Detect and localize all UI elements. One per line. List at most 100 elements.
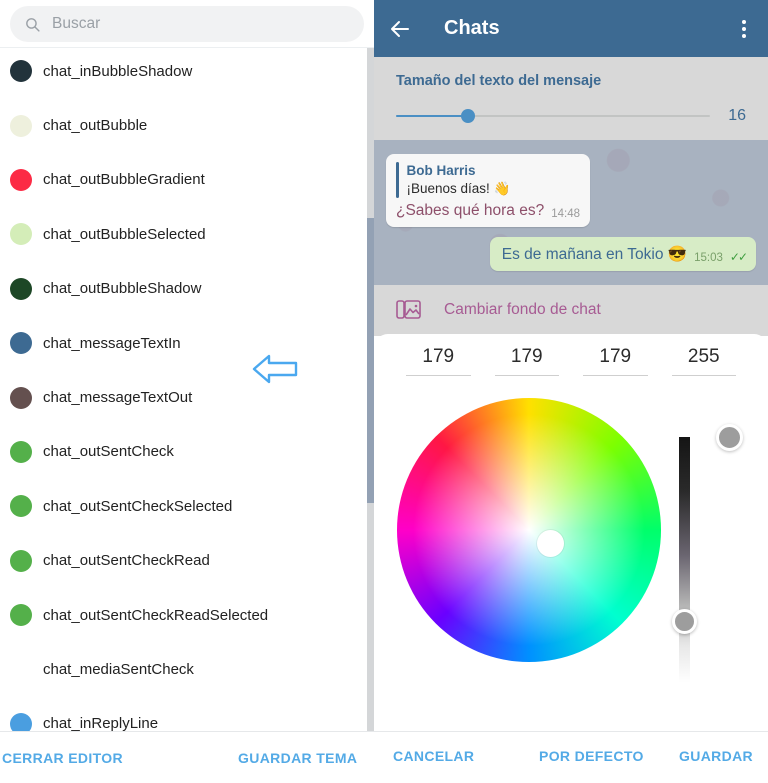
theme-color-row[interactable]: chat_inBubbleShadow: [0, 47, 374, 98]
text-size-label: Tamaño del texto del mensaje: [396, 73, 746, 89]
theme-color-row[interactable]: chat_inReplyLine: [0, 697, 374, 731]
overflow-menu-icon[interactable]: [734, 18, 754, 40]
incoming-message-time: 14:48: [551, 208, 580, 220]
default-button[interactable]: POR DEFECTO: [539, 748, 644, 764]
theme-color-rows: chat_inBubbleShadow chat_outBubble chat_ou…: [0, 47, 374, 731]
theme-color-row[interactable]: chat_outSentCheck: [0, 425, 374, 479]
incoming-message-row: ¿Sabes qué hora es? 14:48: [396, 202, 580, 220]
close-editor-button[interactable]: CERRAR EDITOR: [2, 750, 123, 766]
slider-fill: [396, 115, 468, 117]
theme-color-label: chat_outSentCheckSelected: [43, 498, 232, 515]
chats-settings-panel: Chats Tamaño del texto del mensaje 16: [374, 0, 768, 783]
theme-color-row[interactable]: chat_mediaSentCheck: [0, 642, 374, 696]
rgba-inputs: 179 179 179 255: [374, 346, 768, 376]
theme-color-row[interactable]: chat_outSentCheckRead: [0, 534, 374, 588]
outgoing-message-bubble: Es de mañana en Tokio 😎 15:03 ✓✓: [490, 237, 756, 271]
color-swatch[interactable]: [10, 604, 32, 626]
theme-color-label: chat_inBubbleShadow: [43, 63, 192, 80]
color-swatch[interactable]: [10, 60, 32, 82]
color-swatch[interactable]: [10, 550, 32, 572]
theme-color-label: chat_outBubbleShadow: [43, 280, 201, 297]
reply-author: Bob Harris: [407, 162, 511, 180]
color-swatch[interactable]: [10, 223, 32, 245]
color-wheel-cursor[interactable]: [537, 530, 564, 557]
brightness-slider-thumb[interactable]: [672, 609, 697, 634]
rgba-value-alpha[interactable]: 255: [666, 346, 743, 375]
color-picker-sheet: 179 179 179 255 CANCELAR POR DEFECTO GUARDA…: [374, 334, 768, 783]
outgoing-message-row: Es de mañana en Tokio 😎 15:03 ✓✓: [386, 237, 756, 271]
theme-color-label: chat_messageTextOut: [43, 389, 192, 406]
rgba-field-green[interactable]: 179: [489, 346, 566, 376]
search-bar: [0, 0, 374, 47]
theme-color-row[interactable]: chat_outSentCheckReadSelected: [0, 588, 374, 642]
theme-color-list[interactable]: chat_inBubbleShadow chat_outBubble chat_ou…: [0, 47, 374, 731]
theme-color-label: chat_outSentCheck: [43, 443, 174, 460]
color-wheel[interactable]: [397, 398, 661, 662]
change-wallpaper-row[interactable]: Cambiar fondo de chat: [374, 285, 768, 336]
text-size-slider[interactable]: [396, 115, 710, 117]
theme-color-label: chat_outBubbleGradient: [43, 171, 205, 188]
current-color-swatch[interactable]: [716, 424, 743, 451]
search-input[interactable]: [52, 15, 350, 33]
save-button[interactable]: GUARDAR: [679, 748, 753, 764]
color-swatch[interactable]: [10, 441, 32, 463]
double-check-icon: ✓✓: [730, 250, 746, 264]
color-swatch[interactable]: [10, 658, 32, 680]
theme-color-row[interactable]: chat_outBubbleShadow: [0, 262, 374, 316]
rgba-field-blue[interactable]: 179: [577, 346, 654, 376]
rgba-field-alpha[interactable]: 255: [666, 346, 743, 376]
theme-color-row[interactable]: chat_outSentCheckSelected: [0, 479, 374, 533]
theme-color-row[interactable]: chat_messageTextOut: [0, 370, 374, 424]
theme-color-label: chat_outBubbleSelected: [43, 226, 206, 243]
list-scrollbar-thumb[interactable]: [367, 218, 374, 503]
color-swatch[interactable]: [10, 169, 32, 191]
brightness-slider-track[interactable]: [679, 437, 690, 683]
theme-color-label: chat_inReplyLine: [43, 715, 158, 731]
reply-text: ¡Buenos días! 👋: [407, 180, 511, 198]
reply-quote: Bob Harris ¡Buenos días! 👋: [396, 162, 580, 198]
reply-line: [396, 162, 399, 198]
editor-action-bar: CERRAR EDITOR GUARDAR TEMA: [0, 731, 374, 783]
theme-color-label: chat_outBubble: [43, 117, 147, 134]
change-wallpaper-label: Cambiar fondo de chat: [444, 301, 601, 319]
picker-action-bar: CANCELAR POR DEFECTO GUARDAR: [374, 731, 768, 783]
page-title: Chats: [444, 17, 734, 40]
cancel-button[interactable]: CANCELAR: [393, 748, 474, 764]
save-theme-button[interactable]: GUARDAR TEMA: [238, 750, 357, 766]
search-icon: [24, 16, 41, 33]
color-picker-body: [374, 376, 768, 706]
color-swatch[interactable]: [10, 387, 32, 409]
text-size-slider-row: 16: [396, 107, 746, 125]
rgba-value-red[interactable]: 179: [400, 346, 477, 375]
theme-color-row[interactable]: chat_outBubble: [0, 98, 374, 152]
theme-color-label: chat_mediaSentCheck: [43, 661, 194, 678]
slider-thumb[interactable]: [461, 109, 475, 123]
outgoing-message-time: 15:03: [694, 252, 723, 264]
color-swatch[interactable]: [10, 332, 32, 354]
theme-editor-panel: chat_inBubbleShadow chat_outBubble chat_ou…: [0, 0, 374, 783]
chat-preview: Bob Harris ¡Buenos días! 👋 ¿Sabes qué ho…: [374, 140, 768, 285]
theme-color-label: chat_outSentCheckReadSelected: [43, 607, 268, 624]
photo-stack-icon: [396, 298, 422, 322]
outgoing-message-text: Es de mañana en Tokio 😎: [502, 245, 687, 264]
text-size-setting: Tamaño del texto del mensaje 16: [374, 57, 768, 140]
rgba-value-blue[interactable]: 179: [577, 346, 654, 375]
chats-header: Chats: [374, 0, 768, 57]
app-root: chat_inBubbleShadow chat_outBubble chat_ou…: [0, 0, 768, 783]
list-scrollbar-track[interactable]: [367, 48, 374, 731]
color-swatch[interactable]: [10, 115, 32, 137]
search-box[interactable]: [10, 6, 364, 42]
theme-color-label: chat_outSentCheckRead: [43, 552, 210, 569]
theme-color-row[interactable]: chat_outBubbleSelected: [0, 207, 374, 261]
color-swatch[interactable]: [10, 278, 32, 300]
theme-color-label: chat_messageTextIn: [43, 335, 181, 352]
back-arrow-icon[interactable]: [388, 17, 412, 41]
text-size-value: 16: [724, 107, 746, 125]
theme-color-row[interactable]: chat_messageTextIn: [0, 316, 374, 370]
incoming-message-text: ¿Sabes qué hora es?: [396, 202, 544, 220]
color-swatch[interactable]: [10, 495, 32, 517]
color-swatch[interactable]: [10, 713, 32, 731]
rgba-field-red[interactable]: 179: [400, 346, 477, 376]
theme-color-row[interactable]: chat_outBubbleGradient: [0, 153, 374, 207]
rgba-value-green[interactable]: 179: [489, 346, 566, 375]
